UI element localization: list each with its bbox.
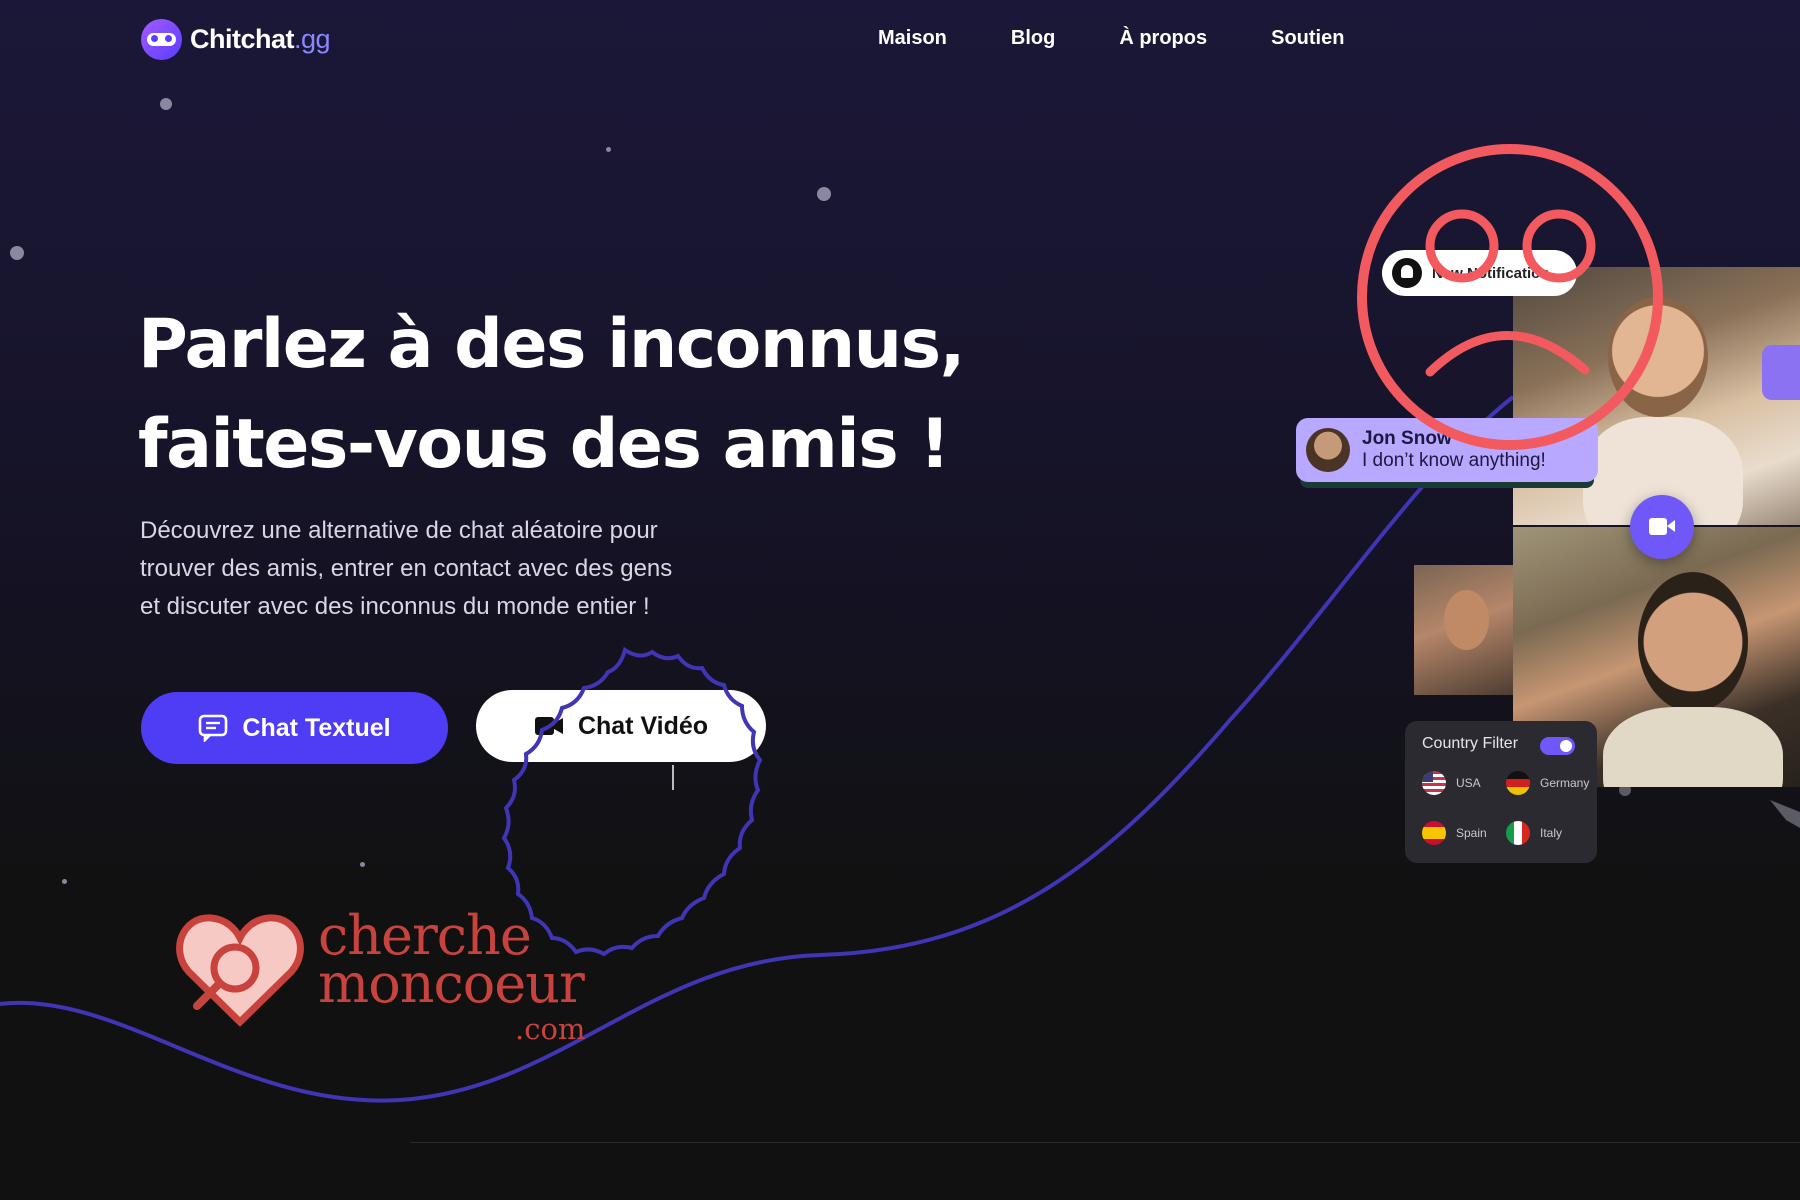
country-option-italy[interactable]: Italy [1506, 821, 1562, 845]
nav-item-maison[interactable]: Maison [878, 27, 947, 50]
nav-item-blog[interactable]: Blog [1011, 27, 1055, 50]
italy-flag-icon [1506, 821, 1530, 845]
spain-flag-icon [1422, 821, 1446, 845]
watermark-line: moncoeur [318, 952, 585, 1015]
video-tile-small [1414, 565, 1513, 695]
usa-flag-icon [1422, 771, 1446, 795]
country-label: USA [1456, 776, 1481, 790]
video-tile-edge [1762, 345, 1800, 400]
country-filter-card: Country Filter USA Germany Spain Italy [1405, 721, 1597, 863]
country-label: Spain [1456, 826, 1487, 840]
sad-face-icon [1357, 144, 1663, 450]
text-chat-button[interactable]: Chat Textuel [141, 692, 448, 764]
text-chat-button-label: Chat Textuel [242, 713, 391, 742]
hero-title-line: faites-vous des amis ! [138, 405, 950, 484]
hero-subtitle-line: et discuter avec des inconnus du monde e… [140, 593, 650, 620]
nav-item-a-propos[interactable]: À propos [1119, 27, 1207, 50]
brand-name-text: Chitchat [190, 24, 295, 54]
chat-bubble-icon [199, 714, 228, 742]
watermark-domain: .com [515, 1012, 586, 1046]
brand-name: Chitchat.gg [190, 24, 331, 55]
brand-suffix: .gg [294, 24, 331, 54]
section-divider [410, 1142, 1800, 1143]
country-option-spain[interactable]: Spain [1422, 821, 1487, 845]
avatar [1306, 428, 1350, 472]
brand-logo[interactable]: Chitchat.gg [141, 19, 331, 60]
country-option-germany[interactable]: Germany [1506, 771, 1589, 795]
watermark-logo-text: cherche moncoeur [318, 909, 585, 1015]
country-label: Germany [1540, 776, 1590, 790]
country-filter-title: Country Filter [1422, 735, 1519, 752]
germany-flag-icon [1506, 771, 1530, 795]
video-camera-icon[interactable] [1630, 495, 1694, 559]
heart-search-icon [176, 914, 304, 1027]
hero-title: Parlez à des inconnus, faites-vous des a… [138, 295, 1038, 495]
main-nav: Maison Blog À propos Soutien [878, 27, 1344, 50]
hero-subtitle-line: Découvrez une alternative de chat aléato… [140, 517, 658, 544]
nav-item-soutien[interactable]: Soutien [1271, 27, 1344, 50]
hero-title-line: Parlez à des inconnus, [138, 305, 965, 384]
hero-subtitle: Découvrez une alternative de chat aléato… [140, 512, 780, 626]
hero-subtitle-line: trouver des amis, entrer en contact avec… [140, 555, 673, 582]
chitchat-logo-icon [141, 19, 182, 60]
country-label: Italy [1540, 826, 1563, 840]
country-filter-toggle[interactable] [1540, 737, 1575, 755]
country-option-usa[interactable]: USA [1422, 771, 1481, 795]
